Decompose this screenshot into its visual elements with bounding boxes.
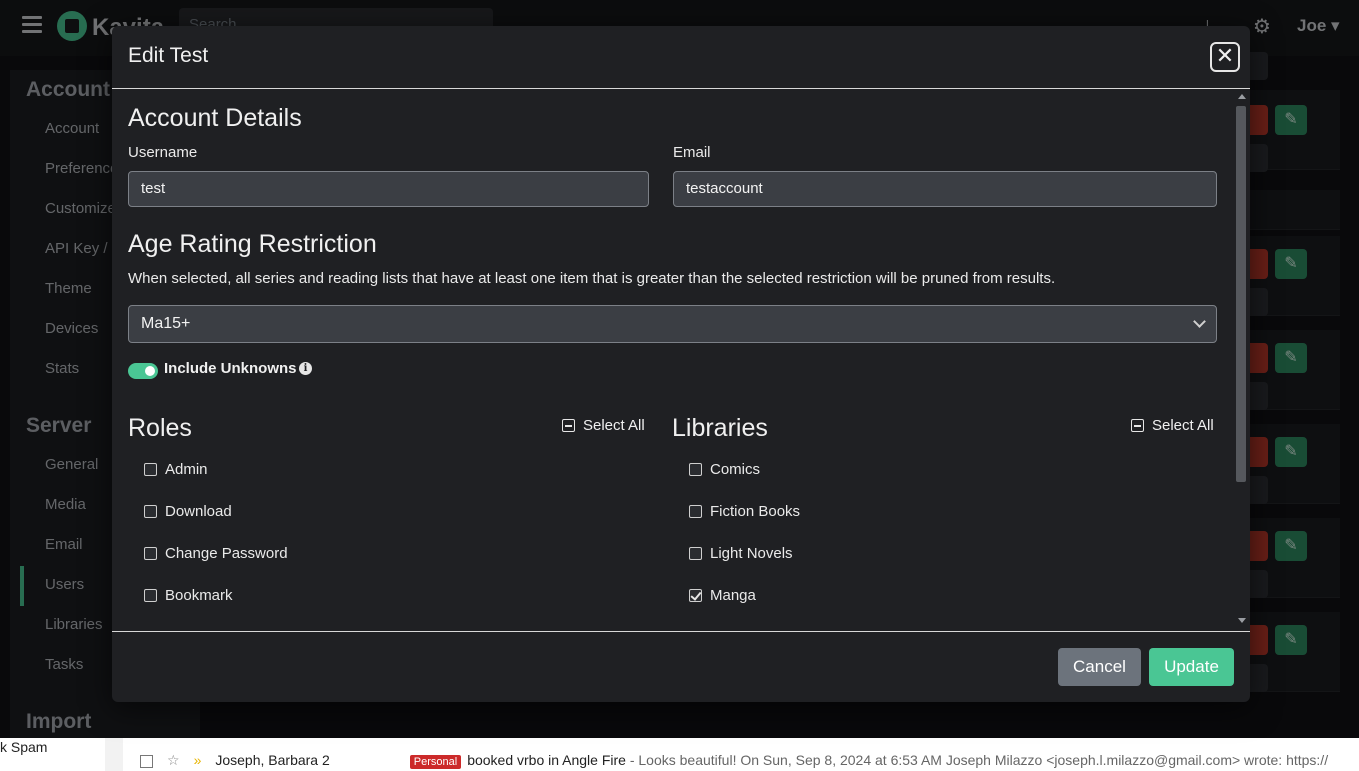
include-unknowns-toggle[interactable] xyxy=(128,363,158,379)
username-field[interactable]: test xyxy=(128,171,649,207)
role-checkbox-change-password[interactable]: Change Password xyxy=(144,545,288,562)
spam-folder-label[interactable]: k Spam xyxy=(0,739,47,755)
checkbox[interactable] xyxy=(689,463,702,476)
select-all-indeterminate-icon xyxy=(1131,419,1144,432)
checkbox[interactable] xyxy=(689,505,702,518)
checkbox-checked[interactable] xyxy=(689,589,702,602)
star-icon[interactable]: ☆ xyxy=(167,752,180,768)
library-checkbox-comics[interactable]: Comics xyxy=(689,461,760,478)
modal-header: Edit Test ✕ xyxy=(112,26,1250,89)
email-field[interactable]: testaccount xyxy=(673,171,1217,207)
email-label: Email xyxy=(673,144,711,161)
checkbox[interactable] xyxy=(144,463,157,476)
email-list-row[interactable]: ☆ » Joseph, Barbara 2 Personal booked vrbo i… xyxy=(140,752,1328,769)
checkbox[interactable] xyxy=(144,589,157,602)
library-checkbox-manga[interactable]: Manga xyxy=(689,587,756,604)
chevron-down-icon xyxy=(1193,315,1206,328)
role-checkbox-bookmark[interactable]: Bookmark xyxy=(144,587,233,604)
email-subject: booked vrbo in Angle Fire xyxy=(467,752,626,768)
roles-heading: Roles xyxy=(128,414,192,442)
library-checkbox-fiction-books[interactable]: Fiction Books xyxy=(689,503,800,520)
roles-select-all[interactable]: Select All xyxy=(562,417,645,434)
role-label: Download xyxy=(165,503,232,520)
checkbox[interactable] xyxy=(689,547,702,560)
age-rating-description: When selected, all series and reading li… xyxy=(128,270,1056,287)
role-checkbox-download[interactable]: Download xyxy=(144,503,232,520)
scrollbar-thumb[interactable] xyxy=(1236,106,1246,482)
important-marker-icon[interactable]: » xyxy=(194,752,202,768)
edit-user-modal: Edit Test ✕ Account Details Username tes… xyxy=(112,26,1250,702)
modal-body: Account Details Username test Email test… xyxy=(112,90,1234,630)
scroll-up-arrow-icon[interactable] xyxy=(1238,94,1246,99)
window-divider xyxy=(105,738,123,771)
close-icon: ✕ xyxy=(1215,43,1235,68)
cancel-button[interactable]: Cancel xyxy=(1058,648,1141,686)
libraries-heading: Libraries xyxy=(672,414,768,442)
modal-footer: Cancel Update xyxy=(112,631,1250,702)
library-label: Comics xyxy=(710,461,761,478)
role-label: Change Password xyxy=(165,545,288,562)
library-label: Manga xyxy=(710,587,756,604)
modal-title: Edit Test xyxy=(128,44,209,67)
age-rating-selected-value: Ma15+ xyxy=(141,315,191,332)
library-checkbox-light-novels[interactable]: Light Novels xyxy=(689,545,793,562)
libraries-select-all[interactable]: Select All xyxy=(1131,417,1214,434)
role-checkbox-admin[interactable]: Admin xyxy=(144,461,208,478)
username-label: Username xyxy=(128,144,198,161)
info-icon[interactable]: i xyxy=(299,362,312,375)
checkbox[interactable] xyxy=(144,547,157,560)
email-select-checkbox[interactable] xyxy=(140,754,153,768)
update-button[interactable]: Update xyxy=(1149,648,1234,686)
modal-scrollbar[interactable] xyxy=(1235,90,1249,630)
age-rating-select[interactable]: Ma15+ xyxy=(128,305,1217,343)
library-label: Fiction Books xyxy=(710,503,801,520)
scroll-down-arrow-icon[interactable] xyxy=(1238,618,1246,623)
checkbox[interactable] xyxy=(144,505,157,518)
library-label: Light Novels xyxy=(710,545,793,562)
role-label: Bookmark xyxy=(165,587,233,604)
close-button[interactable]: ✕ xyxy=(1210,42,1240,72)
libraries-select-all-label: Select All xyxy=(1152,417,1214,434)
role-label: Admin xyxy=(165,461,208,478)
roles-select-all-label: Select All xyxy=(583,417,645,434)
account-details-heading: Account Details xyxy=(128,104,302,132)
email-label-tag: Personal xyxy=(409,755,462,769)
email-snippet: - Looks beautiful! On Sun, Sep 8, 2024 a… xyxy=(625,752,1329,768)
email-sender: Joseph, Barbara 2 xyxy=(215,752,330,768)
select-all-indeterminate-icon xyxy=(562,419,575,432)
age-rating-heading: Age Rating Restriction xyxy=(128,230,377,258)
include-unknowns-label: Include Unknowns xyxy=(164,360,297,377)
